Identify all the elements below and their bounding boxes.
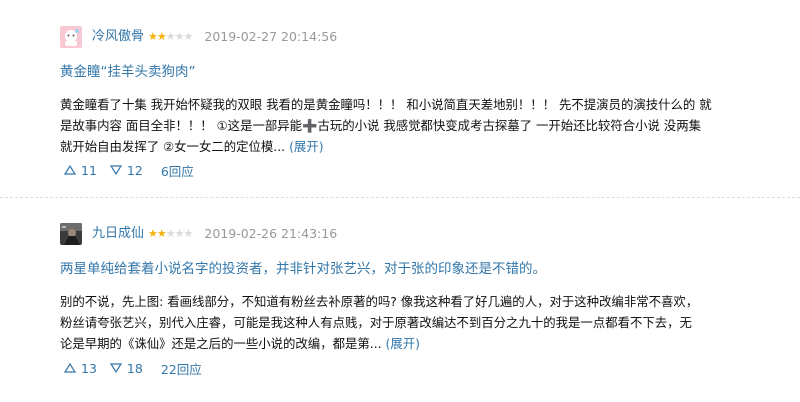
user-avatar[interactable] xyxy=(60,26,82,48)
thumb-down-icon xyxy=(109,165,122,176)
star-empty-icon: ★ xyxy=(183,30,194,43)
review-time[interactable]: 2019-02-26 21:43:16 xyxy=(204,223,337,245)
review-list: 冷风傲骨 ★ ★ ★ ★ ★ 2019-02-27 20:14:56 黄金瞳“挂羊头卖狗… xyxy=(0,0,800,402)
expand-link[interactable]: (展开) xyxy=(289,139,323,154)
review-body-text: 就开始自由发挥了 ②女一女二的定位模... xyxy=(60,139,286,154)
review-body: 黄金瞳看了十集 我开始怀疑我的双眼 我看的是黄金瞳吗！！！ 和小说简直天差地别！… xyxy=(60,94,770,157)
review-body-line: 粉丝请夸张艺兴，别代入庄睿，可能是我这种人有点贱，对于原著改编达不到百分之九十的… xyxy=(60,315,692,330)
useful-button[interactable]: 11 xyxy=(63,163,97,178)
reply-link[interactable]: 22回应 xyxy=(161,359,202,378)
star-icon: ★ xyxy=(156,30,167,43)
review-header: 九日成仙 ★ ★ ★ ★ ★ 2019-02-26 21:43:16 xyxy=(60,223,772,245)
review-body-line: 就开始自由发挥了 ②女一女二的定位模... (展开) xyxy=(60,136,770,157)
star-icon: ★ xyxy=(148,30,158,43)
thumb-up-icon xyxy=(63,362,77,373)
star-empty-icon: ★ xyxy=(165,227,176,240)
review-body: 别的不说，先上图: 看画线部分，不知道有粉丝去补原著的吗? 像我这种看了好几遍的… xyxy=(60,291,770,354)
user-name[interactable]: 冷风傲骨 xyxy=(92,26,144,48)
review-item: 九日成仙 ★ ★ ★ ★ ★ 2019-02-26 21:43:16 两星单纯给套着小说… xyxy=(60,200,772,402)
useless-button[interactable]: 18 xyxy=(109,361,143,376)
star-empty-icon: ★ xyxy=(183,227,194,240)
useless-button[interactable]: 12 xyxy=(109,163,143,178)
avatar-image xyxy=(60,26,82,48)
review-item: 冷风傲骨 ★ ★ ★ ★ ★ 2019-02-27 20:14:56 黄金瞳“挂羊头卖狗… xyxy=(0,0,800,200)
review-body-line: 别的不说，先上图: 看画线部分，不知道有粉丝去补原著的吗? 像我这种看了好几遍的… xyxy=(60,294,699,309)
review-body-line: 是故事内容 面目全非！！！ ①这是一部异能➕古玩的小说 我感觉都快变成考古探墓了… xyxy=(60,118,701,133)
user-name[interactable]: 九日成仙 xyxy=(92,223,144,245)
user-avatar[interactable] xyxy=(60,223,82,245)
star-empty-icon: ★ xyxy=(174,227,185,240)
star-empty-icon: ★ xyxy=(165,30,176,43)
star-icon: ★ xyxy=(156,227,167,240)
useless-count: 12 xyxy=(126,162,143,178)
review-body-line: 黄金瞳看了十集 我开始怀疑我的双眼 我看的是黄金瞳吗！！！ 和小说简直天差地别！… xyxy=(60,97,712,112)
rating-stars: ★ ★ ★ ★ ★ xyxy=(148,26,194,48)
review-body-line: 论是早期的《诛仙》还是之后的一些小说的改编，都是第... (展开) xyxy=(60,333,770,354)
rating-stars: ★ ★ ★ ★ ★ xyxy=(148,223,194,245)
review-header: 冷风傲骨 ★ ★ ★ ★ ★ 2019-02-27 20:14:56 xyxy=(60,26,772,48)
avatar-image xyxy=(60,223,82,245)
expand-link[interactable]: (展开) xyxy=(386,336,420,351)
star-icon: ★ xyxy=(148,227,158,240)
thumb-down-icon xyxy=(109,363,122,374)
useful-button[interactable]: 13 xyxy=(63,361,97,376)
review-actions: 13 18 22回应 xyxy=(63,358,202,378)
review-body-text: 论是早期的《诛仙》还是之后的一些小说的改编，都是第... xyxy=(60,336,382,351)
useful-count: 13 xyxy=(81,360,97,376)
useless-count: 18 xyxy=(126,360,143,376)
review-title[interactable]: 黄金瞳“挂羊头卖狗肉” xyxy=(60,62,772,82)
review-time[interactable]: 2019-02-27 20:14:56 xyxy=(204,26,337,48)
useful-count: 11 xyxy=(81,162,97,178)
review-actions: 11 12 6回应 xyxy=(63,160,194,180)
thumb-up-icon xyxy=(63,164,77,175)
review-title[interactable]: 两星单纯给套着小说名字的投资者，并非针对张艺兴，对于张的印象还是不错的。 xyxy=(60,259,772,279)
reply-link[interactable]: 6回应 xyxy=(161,161,194,180)
star-empty-icon: ★ xyxy=(174,30,185,43)
